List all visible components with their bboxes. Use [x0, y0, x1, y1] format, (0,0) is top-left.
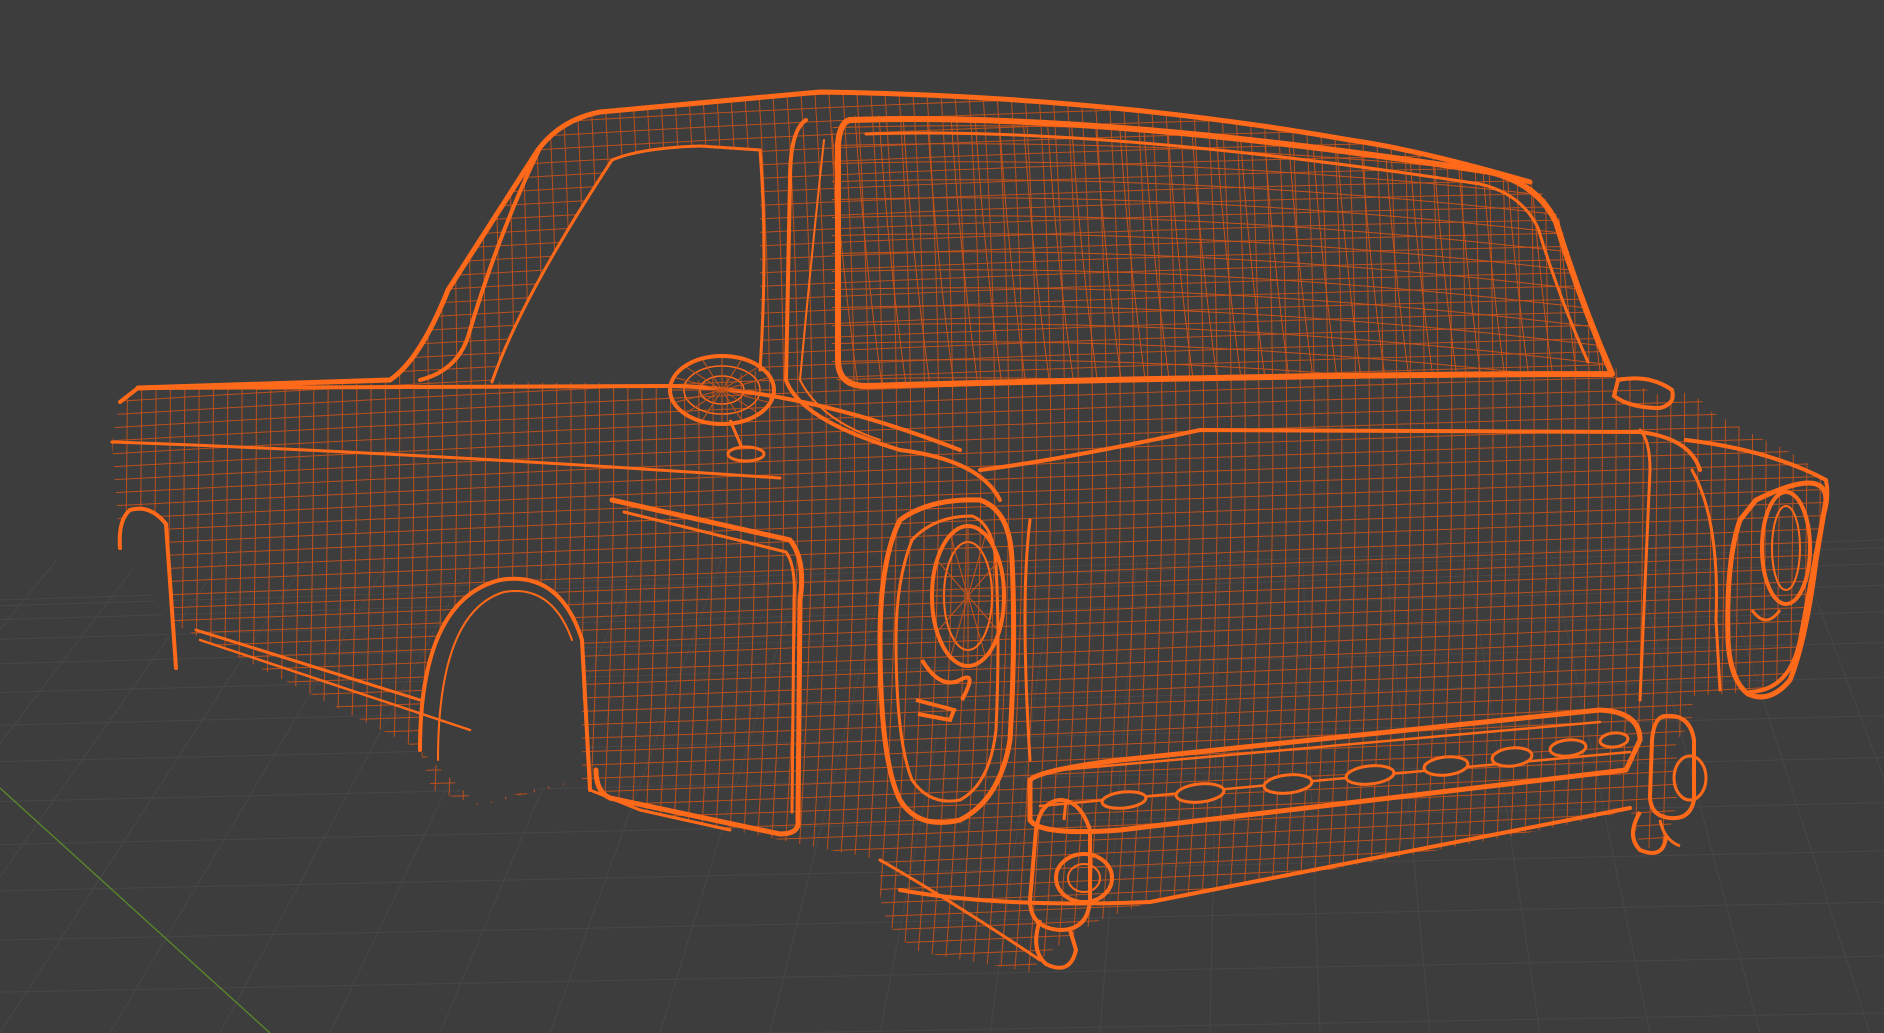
- left-bumper-overrider: [1027, 797, 1114, 970]
- 3d-viewport[interactable]: [0, 0, 1884, 1033]
- trunk-edge: [978, 428, 1702, 472]
- side-window-hole: [492, 146, 760, 384]
- viewport-scene: [0, 89, 1884, 1033]
- rocker-line: [194, 628, 422, 702]
- car-body-wireframe: [110, 89, 1830, 972]
